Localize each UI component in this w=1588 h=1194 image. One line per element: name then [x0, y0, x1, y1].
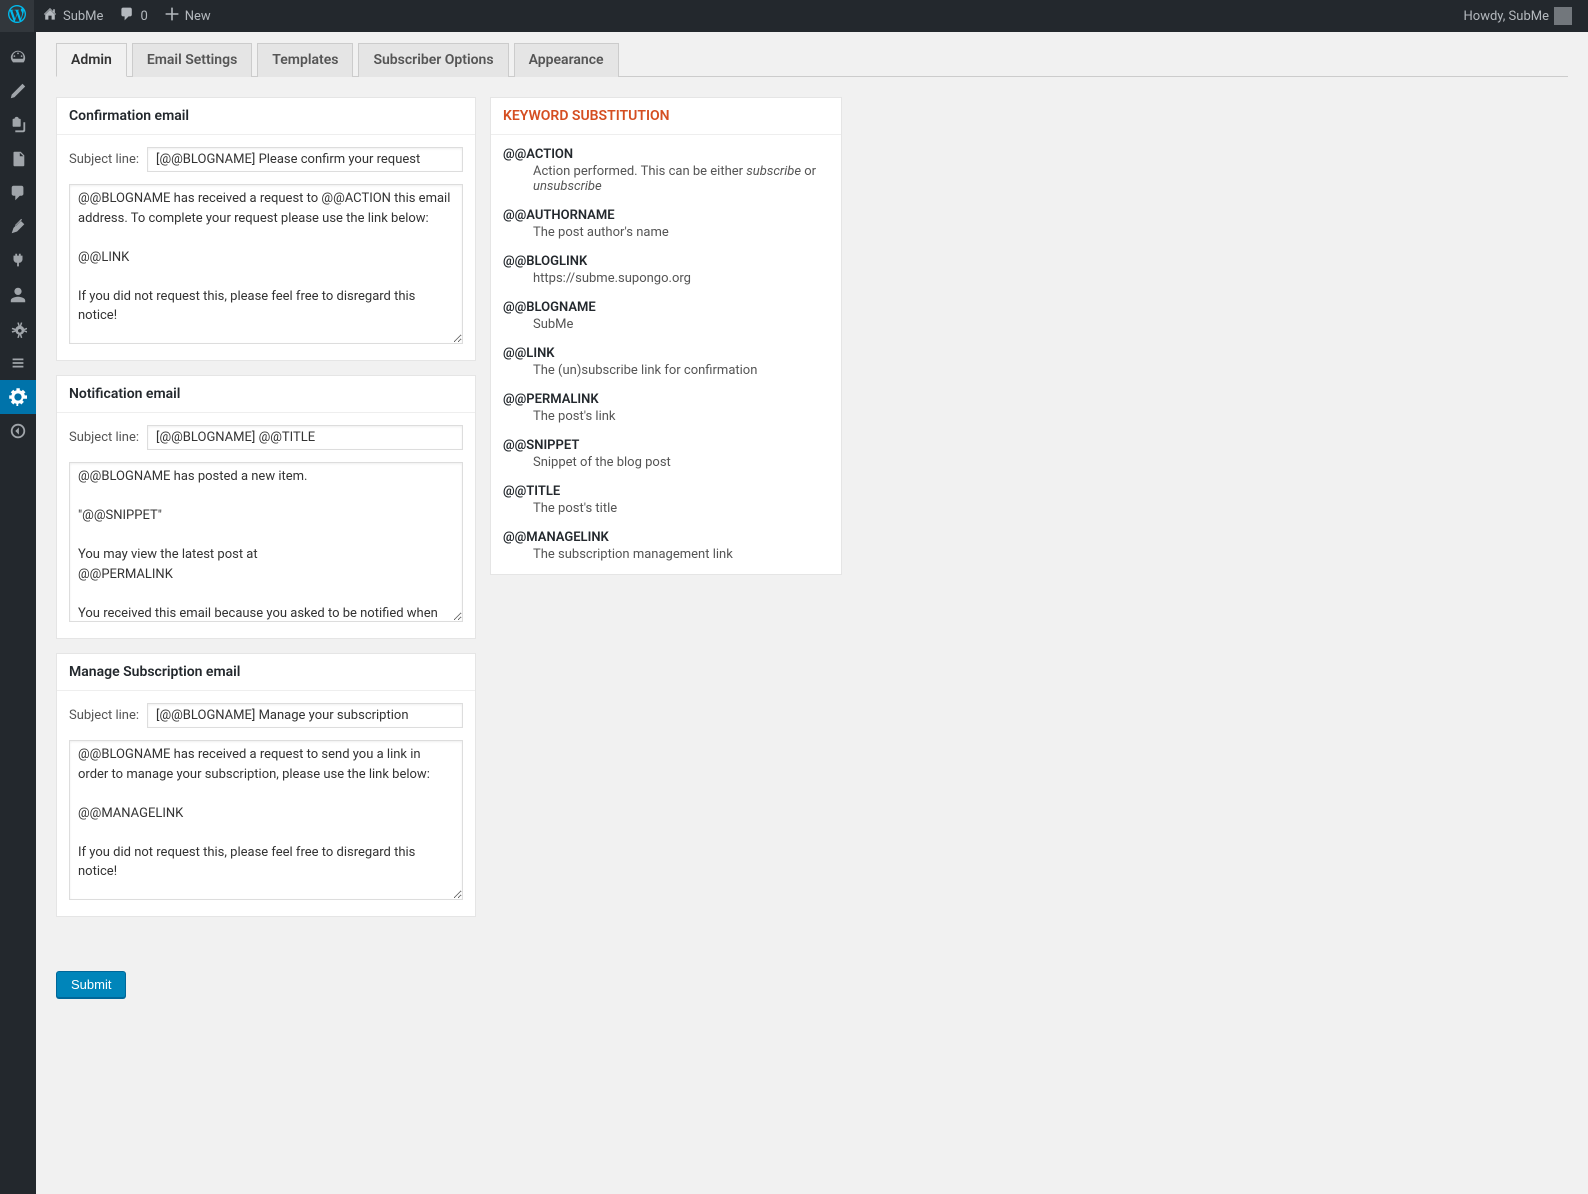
keyword-desc: The post author's name [533, 225, 829, 240]
topbar-right: Howdy, SubMe [1456, 0, 1580, 32]
tab-email-settings[interactable]: Email Settings [132, 43, 252, 77]
subject-row: Subject line: [69, 425, 463, 450]
sidebar-item-comments[interactable] [0, 176, 36, 210]
confirmation-email-panel: Confirmation email Subject line: [56, 97, 476, 361]
keyword-desc: The subscription management link [533, 547, 829, 562]
sidebar-item-tools[interactable] [0, 312, 36, 346]
settings-tabs: Admin Email Settings Templates Subscribe… [56, 42, 1568, 77]
tab-admin[interactable]: Admin [56, 43, 127, 77]
subject-label: Subject line: [69, 152, 139, 167]
sidebar-item-users[interactable] [0, 278, 36, 312]
tab-templates[interactable]: Templates [257, 43, 353, 77]
wordpress-icon [8, 5, 26, 27]
keyword-desc: The (un)subscribe link for confirmation [533, 363, 829, 378]
panel-title: KEYWORD SUBSTITUTION [491, 98, 841, 135]
subject-label: Subject line: [69, 708, 139, 723]
keyword-list: @@ACTION Action performed. This can be e… [503, 147, 829, 562]
new-content-link[interactable]: New [156, 0, 219, 32]
panel-body: @@ACTION Action performed. This can be e… [491, 135, 841, 574]
sidebar-item-plugins[interactable] [0, 244, 36, 278]
submit-row: Submit [56, 931, 476, 998]
sidebar-item-settings-generic[interactable] [0, 346, 36, 380]
keyword-term: @@LINK [503, 346, 829, 361]
speech-bubble-icon [119, 6, 135, 26]
new-label: New [185, 9, 211, 24]
manage-subject-input[interactable] [147, 703, 463, 728]
admin-sidebar [0, 32, 36, 1194]
keyword-desc: https://subme.supongo.org [533, 271, 829, 286]
admin-topbar: SubMe 0 New Howdy, SubMe [0, 0, 1588, 32]
main-content: Admin Email Settings Templates Subscribe… [36, 32, 1588, 1194]
keyword-desc: The post's link [533, 409, 829, 424]
sidebar-item-settings[interactable] [0, 380, 36, 414]
left-column: Confirmation email Subject line: Notific… [56, 97, 476, 998]
comments-count: 0 [140, 9, 147, 24]
subject-row: Subject line: [69, 147, 463, 172]
subject-row: Subject line: [69, 703, 463, 728]
keyword-term: @@PERMALINK [503, 392, 829, 407]
subject-label: Subject line: [69, 430, 139, 445]
wordpress-logo[interactable] [0, 0, 34, 32]
site-name: SubMe [63, 9, 103, 24]
keyword-term: @@SNIPPET [503, 438, 829, 453]
sidebar-item-pages[interactable] [0, 142, 36, 176]
keyword-desc: The post's title [533, 501, 829, 516]
tab-appearance[interactable]: Appearance [514, 43, 619, 77]
panel-body: Subject line: [57, 413, 475, 638]
keyword-term: @@MANAGELINK [503, 530, 829, 545]
panel-title: Notification email [57, 376, 475, 413]
keyword-term: @@AUTHORNAME [503, 208, 829, 223]
panel-title: Manage Subscription email [57, 654, 475, 691]
keyword-term: @@BLOGNAME [503, 300, 829, 315]
keyword-desc: Snippet of the blog post [533, 455, 829, 470]
keyword-term: @@TITLE [503, 484, 829, 499]
notification-body-textarea[interactable] [69, 462, 463, 622]
confirmation-body-textarea[interactable] [69, 184, 463, 344]
right-column: KEYWORD SUBSTITUTION @@ACTION Action per… [490, 97, 842, 575]
tab-subscriber-options[interactable]: Subscriber Options [358, 43, 508, 77]
notification-email-panel: Notification email Subject line: [56, 375, 476, 639]
panel-body: Subject line: [57, 135, 475, 360]
panel-title: Confirmation email [57, 98, 475, 135]
submit-button[interactable]: Submit [56, 971, 126, 998]
manage-body-textarea[interactable] [69, 740, 463, 900]
keyword-substitution-panel: KEYWORD SUBSTITUTION @@ACTION Action per… [490, 97, 842, 575]
main-layout: Admin Email Settings Templates Subscribe… [0, 32, 1588, 1194]
topbar-left: SubMe 0 New [0, 0, 219, 32]
sidebar-item-dashboard[interactable] [0, 40, 36, 74]
howdy-text: Howdy, SubMe [1464, 9, 1549, 24]
sidebar-item-media[interactable] [0, 108, 36, 142]
keyword-desc: Action performed. This can be either sub… [533, 164, 829, 194]
keyword-desc: SubMe [533, 317, 829, 332]
sidebar-item-appearance[interactable] [0, 210, 36, 244]
site-home-link[interactable]: SubMe [34, 0, 111, 32]
plus-icon [164, 6, 180, 26]
content-columns: Confirmation email Subject line: Notific… [56, 97, 1568, 998]
notification-subject-input[interactable] [147, 425, 463, 450]
manage-subscription-email-panel: Manage Subscription email Subject line: [56, 653, 476, 917]
user-avatar [1554, 7, 1572, 25]
user-account-link[interactable]: Howdy, SubMe [1456, 0, 1580, 32]
panel-body: Subject line: [57, 691, 475, 916]
sidebar-item-posts[interactable] [0, 74, 36, 108]
sidebar-item-collapse[interactable] [0, 414, 36, 448]
confirmation-subject-input[interactable] [147, 147, 463, 172]
keyword-term: @@BLOGLINK [503, 254, 829, 269]
comments-link[interactable]: 0 [111, 0, 155, 32]
home-icon [42, 6, 58, 26]
keyword-term: @@ACTION [503, 147, 829, 162]
